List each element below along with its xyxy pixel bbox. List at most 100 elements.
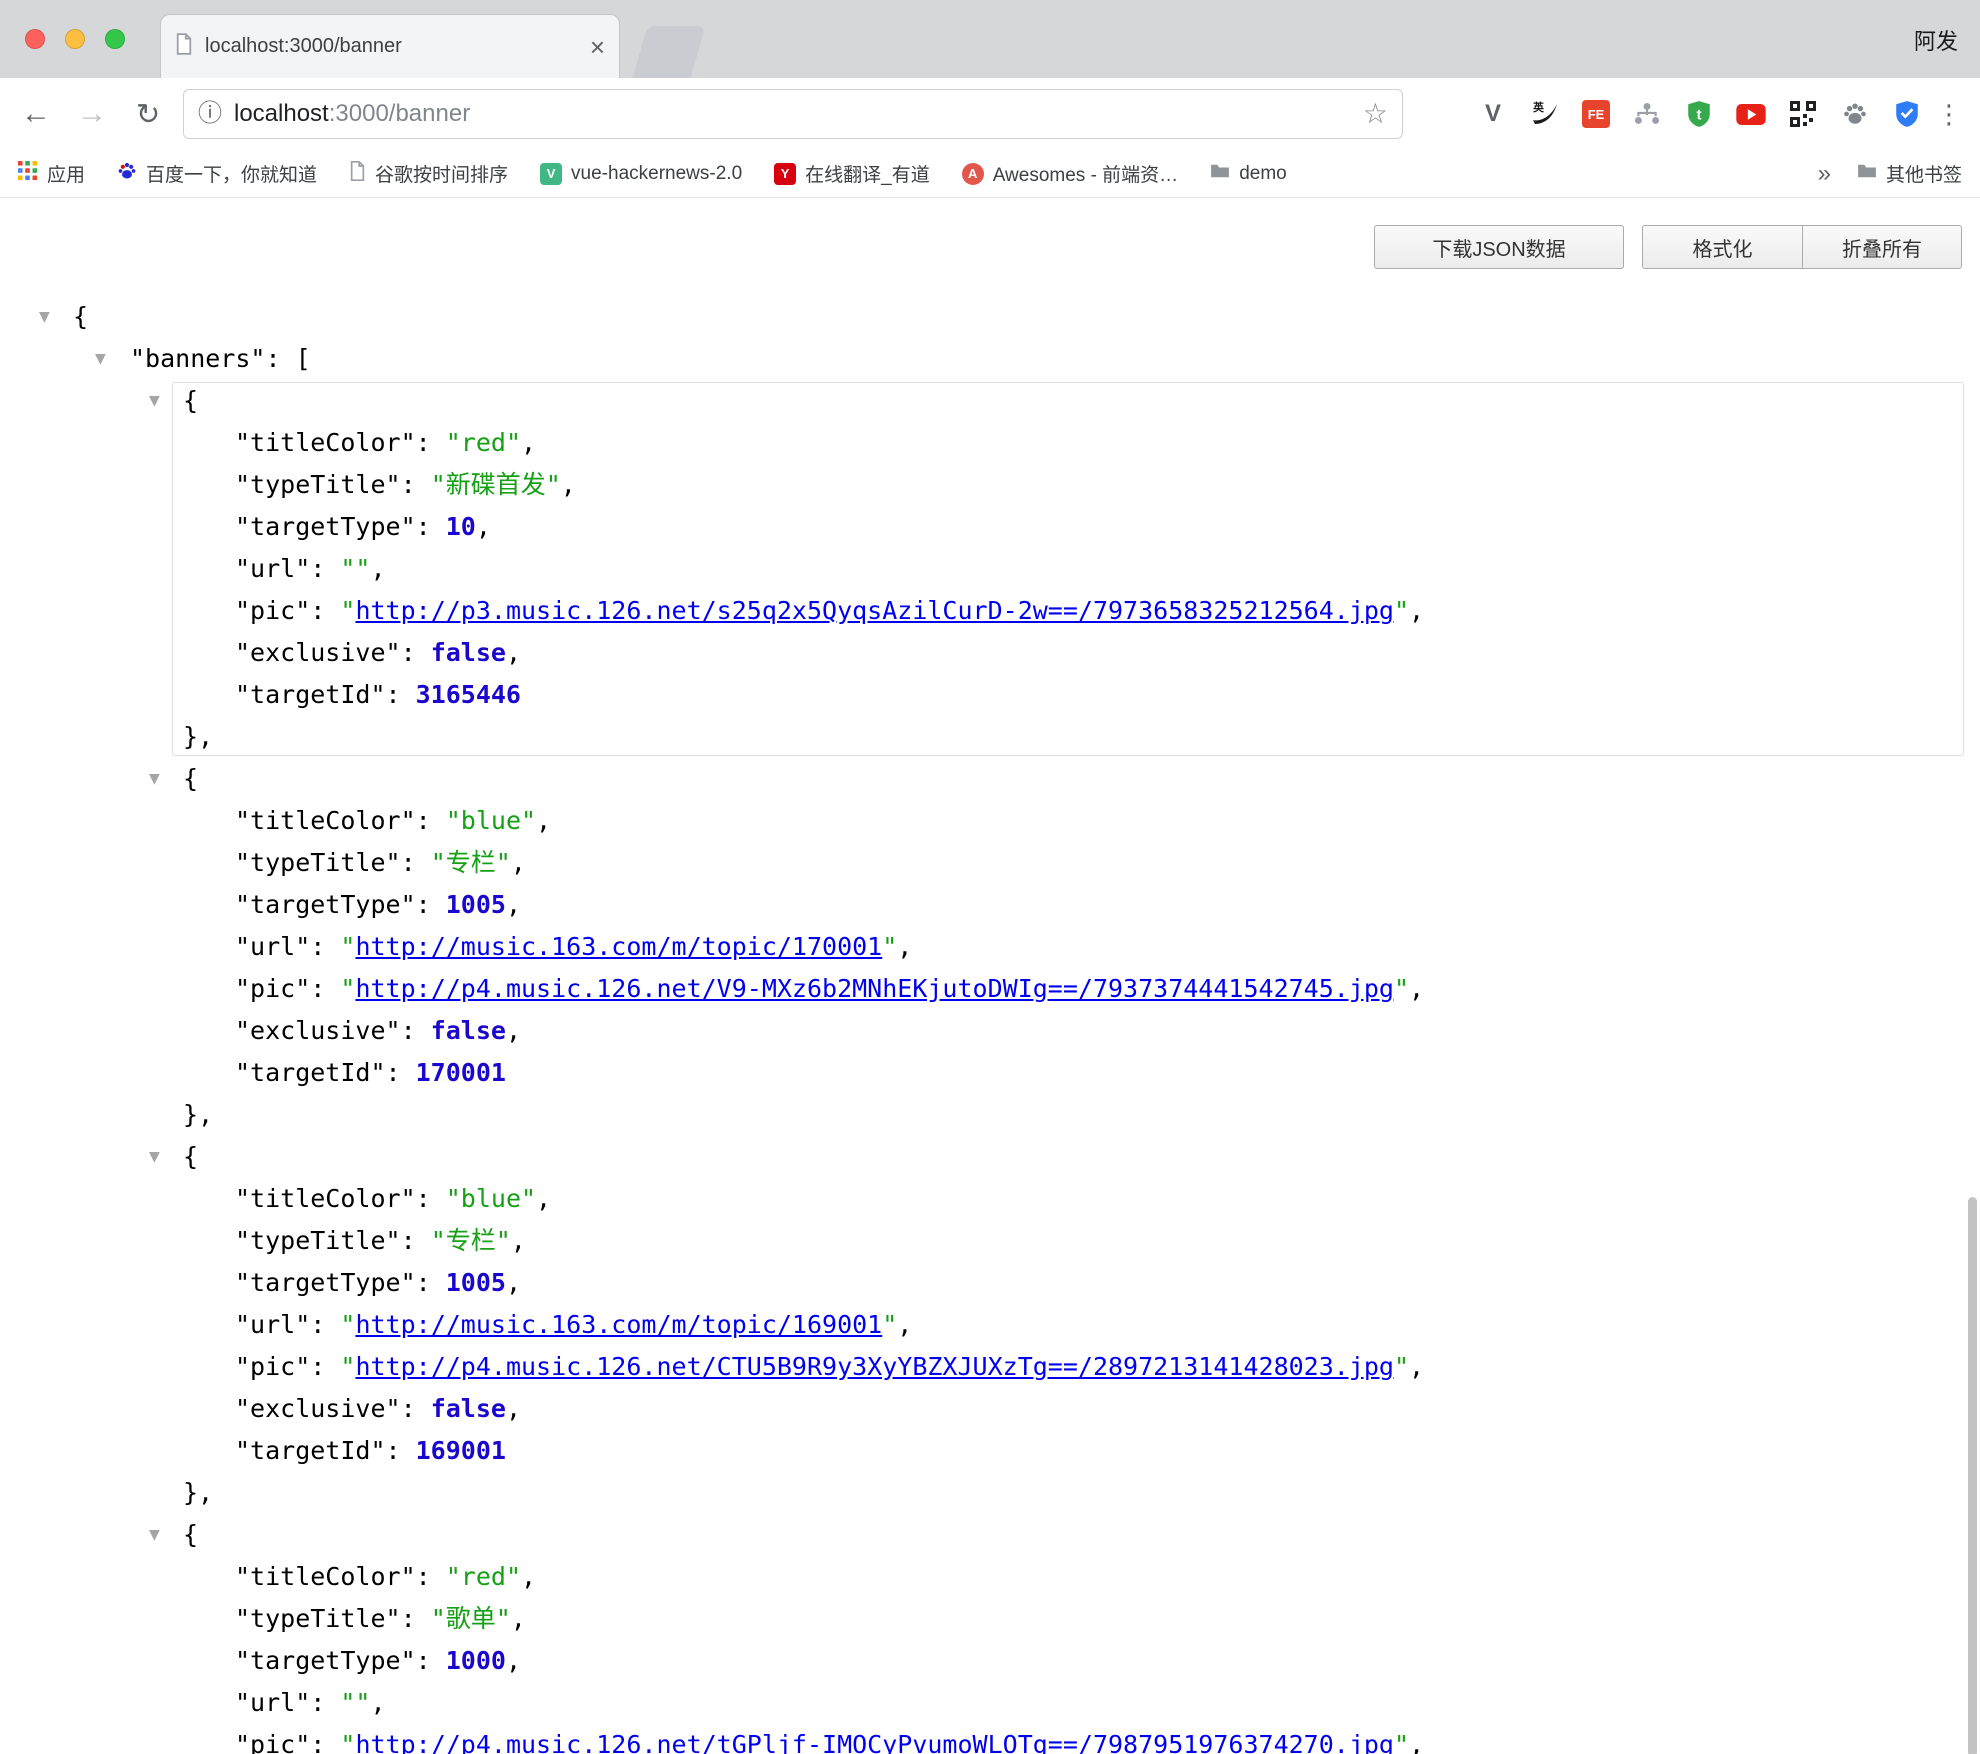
vimium-extension-icon[interactable]: V xyxy=(1478,99,1508,129)
json-comma: , xyxy=(1409,1352,1424,1381)
json-comma: , xyxy=(511,1226,526,1255)
other-bookmarks-folder[interactable]: 其他书签 xyxy=(1857,160,1962,187)
bookmark-apps[interactable]: 应用 xyxy=(18,160,85,187)
json-property-line: "targetType": 1000, xyxy=(0,1640,1980,1682)
address-bar[interactable]: ⓘ localhost:3000/banner ☆ xyxy=(183,89,1403,139)
json-url-link[interactable]: http://p4.music.126.net/CTU5B9R9y3XyYBZX… xyxy=(355,1352,1394,1381)
page-info-icon[interactable]: ⓘ xyxy=(198,102,222,126)
bookmark-label: 百度一下，你就知道 xyxy=(146,160,317,187)
json-comma: , xyxy=(897,1310,912,1339)
json-url-link[interactable]: http://music.163.com/m/topic/169001 xyxy=(355,1310,882,1339)
json-property-line: "url": "http://music.163.com/m/topic/169… xyxy=(0,1304,1980,1346)
bookmark-item-awesomes[interactable]: A Awesomes - 前端资… xyxy=(962,160,1178,187)
json-comma: , xyxy=(536,1184,551,1213)
json-punctuation: : xyxy=(416,512,446,541)
json-url-link[interactable]: http://p4.music.126.net/V9-MXz6b2MNhEKju… xyxy=(355,974,1394,1003)
json-punctuation: : xyxy=(310,1352,340,1381)
json-comma: , xyxy=(506,638,521,667)
json-comma: , xyxy=(476,512,491,541)
json-url-link[interactable]: http://p4.music.126.net/tGPljf-IMOCyPvum… xyxy=(355,1730,1394,1754)
json-comma: , xyxy=(1409,974,1424,1003)
json-number: 3165446 xyxy=(416,680,521,709)
json-key: "titleColor" xyxy=(235,428,416,457)
bookmark-item-demo[interactable]: demo xyxy=(1210,163,1287,185)
bookmark-item-vue-hackernews[interactable]: V vue-hackernews-2.0 xyxy=(540,163,742,185)
blue-shield-check-extension-icon[interactable] xyxy=(1892,99,1922,129)
collapse-toggle-icon[interactable]: ▼ xyxy=(149,1136,160,1178)
tab-title: localhost:3000/banner xyxy=(205,35,578,58)
json-string: "新碟首发" xyxy=(431,470,561,499)
scrollbar-thumb[interactable] xyxy=(1968,1197,1977,1754)
json-url-link[interactable]: http://music.163.com/m/topic/170001 xyxy=(355,932,882,961)
bookmark-item-baidu[interactable]: 百度一下，你就知道 xyxy=(117,160,317,187)
browser-menu-icon[interactable]: ⋮ xyxy=(1932,78,1966,150)
json-property-line: "titleColor": "red", xyxy=(0,1556,1980,1598)
json-punctuation: : xyxy=(310,554,340,583)
json-comma: , xyxy=(370,1688,385,1717)
zoom-window-button[interactable] xyxy=(105,29,125,49)
svg-text:英: 英 xyxy=(1532,100,1545,114)
bookmark-label: demo xyxy=(1239,163,1287,185)
navigation-bar: ← → ↻ ⓘ localhost:3000/banner ☆ V 英 FE t xyxy=(0,78,1980,150)
tab-close-icon[interactable]: × xyxy=(590,34,605,60)
json-property-line: "typeTitle": "专栏", xyxy=(0,1220,1980,1262)
bookmarks-overflow-chevron[interactable]: » xyxy=(1818,160,1831,188)
json-comma: , xyxy=(1409,1730,1424,1754)
reload-button[interactable]: ↻ xyxy=(128,78,168,150)
collapse-toggle-icon[interactable]: ▼ xyxy=(39,296,50,338)
json-property-line: "titleColor": "blue", xyxy=(0,1178,1980,1220)
json-string: "blue" xyxy=(446,806,536,835)
bookmark-item-youdao[interactable]: Y 在线翻译_有道 xyxy=(774,160,930,187)
json-quote: " xyxy=(882,932,897,961)
collapse-toggle-icon[interactable]: ▼ xyxy=(149,1514,160,1556)
json-banner-object-2: ▼{"titleColor": "blue","typeTitle": "专栏"… xyxy=(0,1136,1980,1514)
json-key: "targetId" xyxy=(235,1058,386,1087)
collapse-toggle-icon[interactable]: ▼ xyxy=(149,758,160,800)
json-brace: { xyxy=(183,764,198,793)
json-quote: " xyxy=(340,1310,355,1339)
profile-name[interactable]: 阿发 xyxy=(1914,24,1958,56)
new-tab-button[interactable] xyxy=(633,26,706,78)
json-property-line: "url": "", xyxy=(0,548,1980,590)
json-punctuation: : xyxy=(386,680,416,709)
bookmark-item-google-sort[interactable]: 谷歌按时间排序 xyxy=(349,160,508,187)
youtube-extension-icon[interactable] xyxy=(1736,99,1766,129)
json-key: "typeTitle" xyxy=(235,470,401,499)
collapse-toggle-icon[interactable]: ▼ xyxy=(149,380,160,422)
format-button[interactable]: 格式化 xyxy=(1642,225,1803,269)
json-comma: , xyxy=(370,554,385,583)
json-punctuation: : xyxy=(386,1436,416,1465)
minimize-window-button[interactable] xyxy=(65,29,85,49)
format-toggle-group: 格式化 折叠所有 xyxy=(1642,225,1962,269)
json-object-close-line: }, xyxy=(0,1472,1980,1514)
json-banner-object-1: ▼{"titleColor": "blue","typeTitle": "专栏"… xyxy=(0,758,1980,1136)
fe-extension-icon[interactable]: FE xyxy=(1582,100,1610,128)
green-shield-extension-icon[interactable]: t xyxy=(1684,99,1714,129)
json-property-line: "pic": "http://p4.music.126.net/V9-MXz6b… xyxy=(0,968,1980,1010)
baidu-paw-icon xyxy=(117,161,137,187)
json-comma: , xyxy=(897,932,912,961)
paw-extension-icon[interactable] xyxy=(1840,99,1870,129)
translate-extension-icon[interactable]: 英 xyxy=(1530,99,1560,129)
json-object-open-line: ▼{ xyxy=(0,1514,1980,1556)
json-comma: , xyxy=(536,806,551,835)
bookmark-star-icon[interactable]: ☆ xyxy=(1363,100,1388,128)
qr-code-extension-icon[interactable] xyxy=(1788,99,1818,129)
json-key: "exclusive" xyxy=(235,1016,401,1045)
json-property-line: "typeTitle": "专栏", xyxy=(0,842,1980,884)
collapse-toggle-icon[interactable]: ▼ xyxy=(95,338,106,380)
json-key: "titleColor" xyxy=(235,1562,416,1591)
org-chart-extension-icon[interactable] xyxy=(1632,99,1662,129)
json-boolean: false xyxy=(431,1394,506,1423)
json-url-link[interactable]: http://p3.music.126.net/s25q2x5QyqsAzilC… xyxy=(355,596,1394,625)
download-json-button[interactable]: 下载JSON数据 xyxy=(1374,225,1624,269)
json-key: "url" xyxy=(235,932,310,961)
json-punctuation: : xyxy=(386,1058,416,1087)
json-root-open-line: ▼{ xyxy=(0,296,1980,338)
close-window-button[interactable] xyxy=(25,29,45,49)
browser-tab[interactable]: localhost:3000/banner × xyxy=(160,14,620,78)
url-host: localhost xyxy=(234,100,329,127)
collapse-all-button[interactable]: 折叠所有 xyxy=(1802,225,1962,269)
json-quote: " xyxy=(1394,596,1409,625)
back-button[interactable]: ← xyxy=(16,78,56,150)
